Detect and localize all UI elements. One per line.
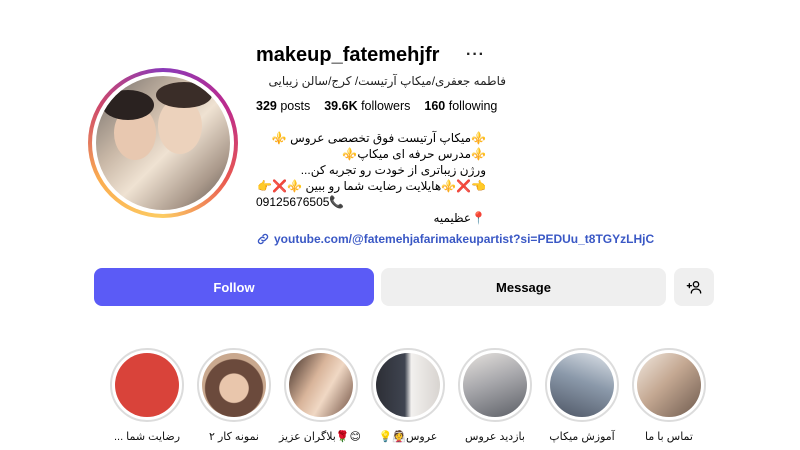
highlight-item[interactable]: 😊🌹بلاگران عزیز bbox=[278, 348, 361, 443]
highlight-ring bbox=[284, 348, 358, 422]
highlight-item[interactable]: عروس👰💡 bbox=[368, 348, 448, 443]
highlight-cover bbox=[115, 353, 179, 417]
avatar-hair-left bbox=[102, 90, 154, 120]
following-stat[interactable]: 160 following bbox=[424, 99, 497, 113]
highlight-cover bbox=[550, 353, 614, 417]
posts-label: posts bbox=[280, 99, 311, 113]
highlight-label: 😊🌹بلاگران عزیز bbox=[278, 431, 361, 443]
avatar-hair-right bbox=[156, 82, 212, 108]
following-label: following bbox=[448, 99, 498, 113]
highlight-item[interactable]: تماس با ما bbox=[629, 348, 709, 443]
profile-avatar-ring[interactable] bbox=[88, 68, 238, 218]
highlight-cover bbox=[202, 353, 266, 417]
profile-bio: ⚜️میکاپ آرتیست فوق تخصصی عروس ⚜️ ⚜️مدرس … bbox=[256, 130, 486, 226]
story-highlights: رضایت شما ... نمونه کار ۲ 😊🌹بلاگران عزیز… bbox=[0, 348, 800, 448]
highlight-ring bbox=[632, 348, 706, 422]
highlight-cover bbox=[289, 353, 353, 417]
highlight-label: عروس👰💡 bbox=[378, 431, 438, 443]
highlight-ring bbox=[545, 348, 619, 422]
highlight-cover bbox=[376, 353, 440, 417]
message-button[interactable]: Message bbox=[381, 268, 666, 306]
bio-line: ⚜️میکاپ آرتیست فوق تخصصی عروس ⚜️ bbox=[271, 131, 486, 145]
highlight-ring bbox=[110, 348, 184, 422]
posts-stat[interactable]: 329 posts bbox=[256, 99, 310, 113]
highlight-cover bbox=[637, 353, 701, 417]
posts-count: 329 bbox=[256, 99, 277, 113]
profile-full-name: فاطمه جعفری/میکاپ آرتیست/ کرج/سالن زیبای… bbox=[268, 74, 507, 88]
following-count: 160 bbox=[424, 99, 446, 113]
highlight-cover bbox=[463, 353, 527, 417]
profile-username: makeup_fatemehjfr bbox=[256, 44, 440, 66]
profile-stats: 329 posts 39.6K followers 160 following bbox=[256, 99, 497, 113]
highlight-label: آموزش میکاپ bbox=[549, 431, 615, 443]
highlight-label: بازدید عروس bbox=[465, 431, 525, 443]
highlight-label: رضایت شما ... bbox=[113, 431, 181, 443]
followers-count: 39.6K bbox=[324, 99, 358, 113]
highlight-label: تماس با ما bbox=[645, 431, 693, 443]
suggest-users-button[interactable] bbox=[674, 268, 714, 306]
bio-phone: 09125676505📞 bbox=[256, 195, 345, 209]
highlight-ring bbox=[371, 348, 445, 422]
profile-link-text: youtube.com/@fatemehjafarimakeupartist?s… bbox=[274, 232, 655, 246]
bio-location: 📍عظیمیه bbox=[433, 211, 486, 225]
highlight-ring bbox=[458, 348, 532, 422]
follow-button[interactable]: Follow bbox=[94, 268, 374, 306]
add-user-icon bbox=[686, 281, 702, 294]
followers-label: followers bbox=[361, 99, 411, 113]
bio-line: ⚜️مدرس حرفه ای میکاپ⚜️ bbox=[342, 147, 486, 161]
avatar[interactable] bbox=[96, 76, 230, 210]
profile-link[interactable]: youtube.com/@fatemehjafarimakeupartist?s… bbox=[256, 232, 654, 246]
bio-line: ورژن زیباتری از خودت رو تجربه کن... bbox=[300, 163, 486, 177]
highlight-item[interactable]: رضایت شما ... bbox=[107, 348, 187, 443]
more-options-icon[interactable]: ··· bbox=[466, 46, 485, 64]
highlight-item[interactable]: آموزش میکاپ bbox=[542, 348, 622, 443]
highlight-item[interactable]: نمونه کار ۲ bbox=[194, 348, 274, 443]
followers-stat[interactable]: 39.6K followers bbox=[324, 99, 410, 113]
avatar-border bbox=[92, 72, 234, 214]
highlight-item[interactable]: بازدید عروس bbox=[455, 348, 535, 443]
highlight-label: نمونه کار ۲ bbox=[209, 431, 259, 443]
link-icon bbox=[257, 233, 269, 245]
highlight-ring bbox=[197, 348, 271, 422]
bio-line: 👈❌⚜️هایلایت رضایت شما رو ببین ⚜️❌👉 bbox=[257, 179, 486, 193]
